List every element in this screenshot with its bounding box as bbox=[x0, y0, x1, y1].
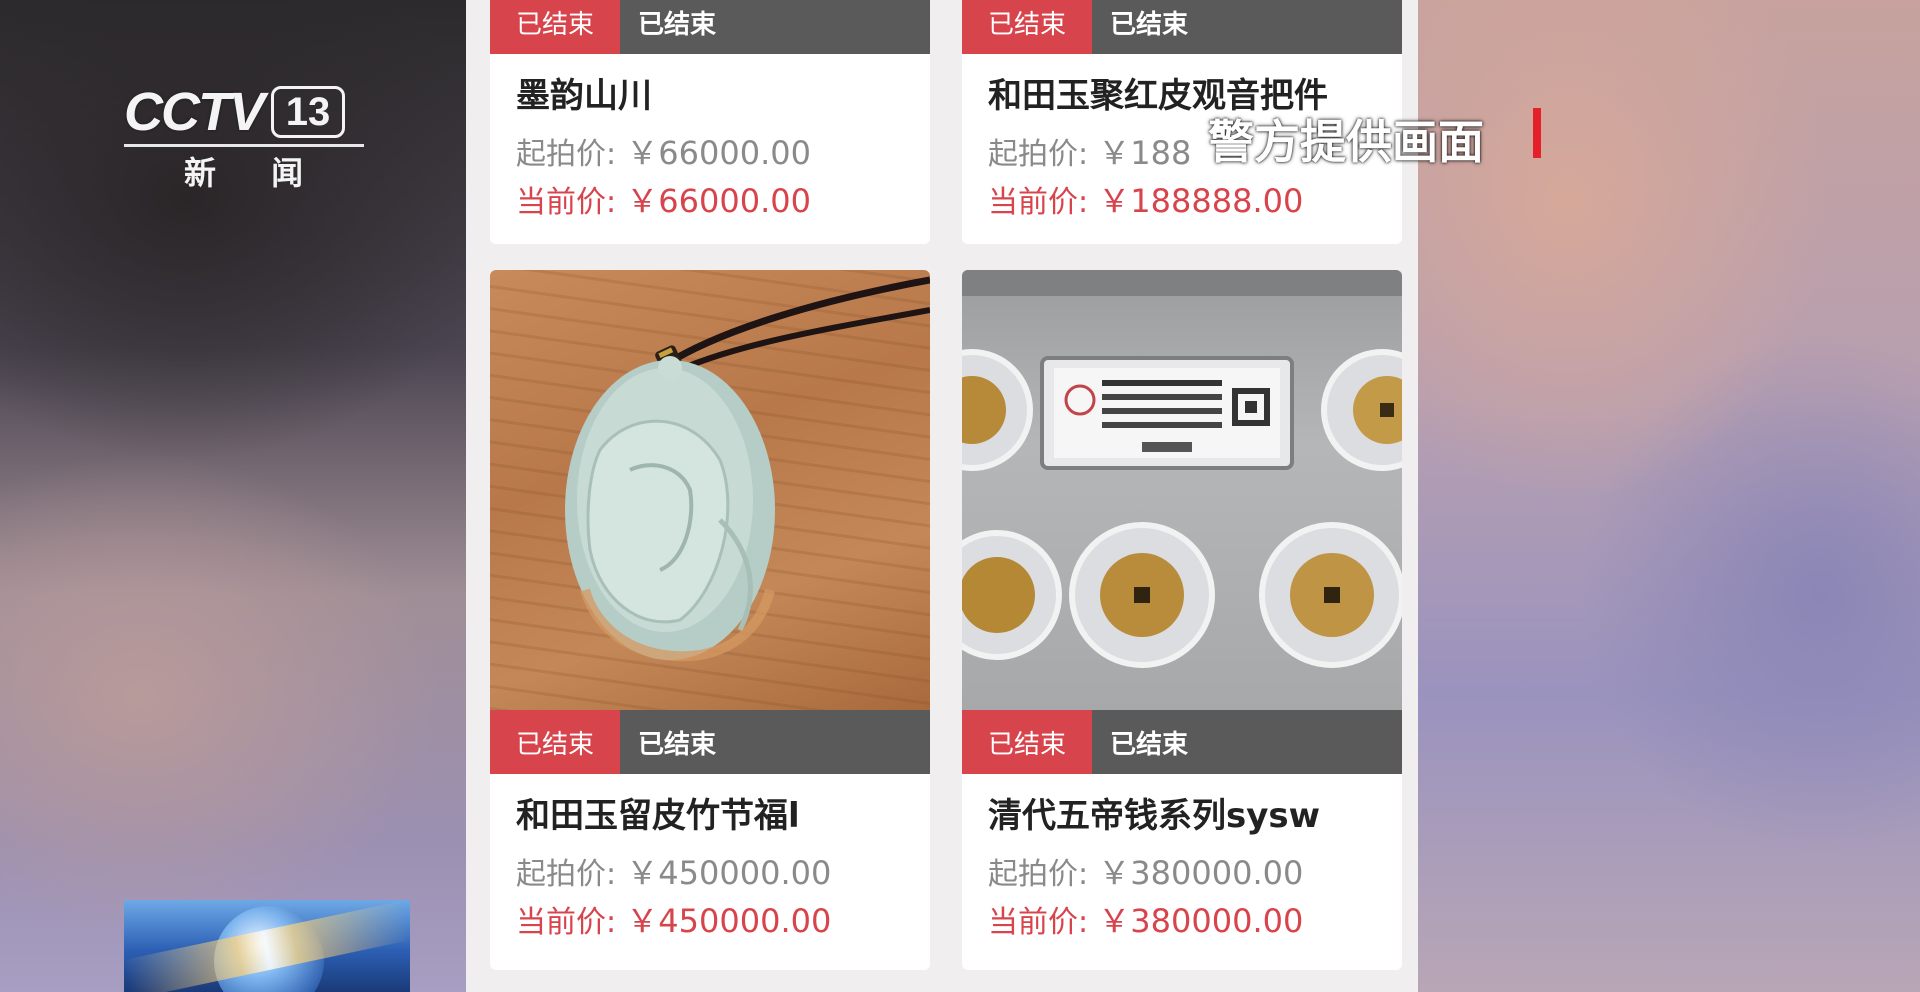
item-title: 清代五帝钱系列sysw bbox=[988, 796, 1321, 836]
current-price-label: 当前价: bbox=[516, 185, 617, 220]
status-ended-badge: 已结束 bbox=[490, 710, 620, 774]
status-ended-badge: 已结束 bbox=[962, 710, 1092, 774]
item-title: 墨韵山川 bbox=[516, 76, 652, 116]
start-price-label: 起拍价: bbox=[988, 137, 1089, 172]
logo-main: CCTV 13 bbox=[124, 82, 345, 142]
status-bar: 已结束 已结束 bbox=[962, 710, 1402, 774]
start-price-value: ￥450000.00 bbox=[626, 854, 832, 892]
status-ended-badge: 已结束 bbox=[490, 0, 620, 54]
current-price-value: ￥188888.00 bbox=[1098, 182, 1304, 220]
current-price-row: 当前价: ￥380000.00 bbox=[988, 896, 1303, 942]
start-price-row: 起拍价: ￥380000.00 bbox=[988, 848, 1303, 894]
status-ended-label: 已结束 bbox=[1092, 0, 1402, 54]
current-price-label: 当前价: bbox=[988, 905, 1089, 940]
current-price-value: ￥380000.00 bbox=[1098, 902, 1304, 940]
auction-card[interactable]: 已结束 已结束 墨韵山川 起拍价: ￥66000.00 当前价: ￥66000.… bbox=[490, 0, 930, 244]
current-price-value: ￥450000.00 bbox=[626, 902, 832, 940]
blurred-background-right bbox=[1418, 0, 1920, 992]
start-price-label: 起拍价: bbox=[516, 857, 617, 892]
status-bar: 已结束 已结束 bbox=[490, 0, 930, 54]
status-ended-label: 已结束 bbox=[1092, 710, 1402, 774]
start-price-row: 起拍价: ￥188 bbox=[988, 128, 1191, 174]
status-ended-badge: 已结束 bbox=[962, 0, 1092, 54]
item-title: 和田玉留皮竹节福l bbox=[516, 796, 800, 836]
start-price-value: ￥66000.00 bbox=[626, 134, 811, 172]
auction-card[interactable]: 已结束 已结束 和田玉留皮竹节福l 起拍价: ￥450000.00 当前价: ￥… bbox=[490, 270, 930, 970]
channel-name: 新 闻 bbox=[184, 154, 326, 192]
start-price-row: 起拍价: ￥66000.00 bbox=[516, 128, 811, 174]
logo-cctv-text: CCTV bbox=[124, 82, 265, 142]
start-price-label: 起拍价: bbox=[988, 857, 1089, 892]
status-ended-label: 已结束 bbox=[620, 0, 930, 54]
logo-underline bbox=[124, 144, 364, 147]
auction-card[interactable]: 已结束 已结束 清代五帝钱系列sysw 起拍价: ￥380000.00 当前价:… bbox=[962, 270, 1402, 970]
news-globe-thumbnail bbox=[124, 900, 410, 992]
start-price-row: 起拍价: ￥450000.00 bbox=[516, 848, 831, 894]
item-image-jade-pendant[interactable] bbox=[490, 270, 930, 710]
current-price-row: 当前价: ￥450000.00 bbox=[516, 896, 831, 942]
current-price-value: ￥66000.00 bbox=[626, 182, 811, 220]
start-price-label: 起拍价: bbox=[516, 137, 617, 172]
cctv-logo: CCTV 13 新 闻 bbox=[124, 82, 364, 192]
police-footage-caption: 警方提供画面 bbox=[1208, 115, 1484, 169]
caption-accent-bar bbox=[1533, 108, 1541, 158]
jade-pendant-illustration bbox=[565, 276, 930, 662]
current-price-row: 当前价: ￥188888.00 bbox=[988, 176, 1303, 222]
current-price-row: 当前价: ￥66000.00 bbox=[516, 176, 811, 222]
status-bar: 已结束 已结束 bbox=[962, 0, 1402, 54]
start-price-value: ￥188 bbox=[1098, 134, 1192, 172]
current-price-label: 当前价: bbox=[516, 905, 617, 940]
current-price-label: 当前价: bbox=[988, 185, 1089, 220]
item-image-coin-set[interactable] bbox=[962, 270, 1402, 710]
channel-number: 13 bbox=[271, 86, 345, 138]
coin-set-illustration bbox=[962, 270, 1402, 668]
start-price-value: ￥380000.00 bbox=[1098, 854, 1304, 892]
status-ended-label: 已结束 bbox=[620, 710, 930, 774]
status-bar: 已结束 已结束 bbox=[490, 710, 930, 774]
